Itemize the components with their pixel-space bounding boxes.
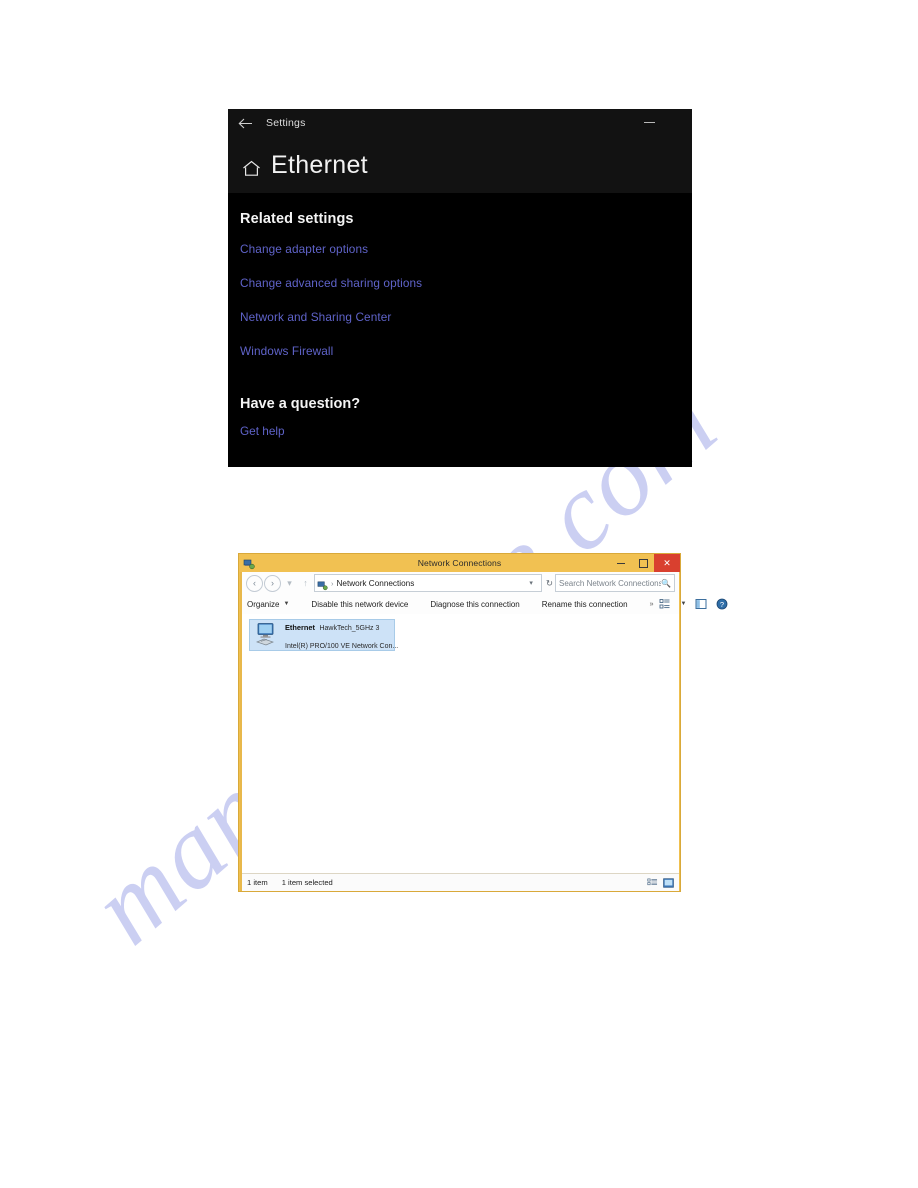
svg-text:?: ? bbox=[720, 600, 724, 609]
link-change-advanced-sharing-options[interactable]: Change advanced sharing options bbox=[240, 276, 692, 290]
help-icon[interactable]: ? bbox=[716, 598, 728, 610]
status-item-count: 1 item bbox=[247, 878, 268, 887]
settings-app-title: Settings bbox=[266, 117, 306, 129]
list-item[interactable]: Ethernet HawkTech_5GHz 3 Intel(R) PRO/10… bbox=[249, 619, 399, 651]
minimize-button[interactable] bbox=[634, 111, 664, 133]
up-one-level-button[interactable]: ↑ bbox=[298, 576, 313, 591]
forward-button[interactable]: › bbox=[264, 574, 281, 592]
toolbar-organize-button[interactable]: Organize ▼ bbox=[247, 600, 289, 609]
settings-header: Settings Ethernet bbox=[228, 109, 692, 193]
settings-body: Related settings Change adapter options … bbox=[228, 193, 692, 467]
settings-window: Settings Ethernet Related settings Chang… bbox=[228, 109, 692, 467]
toolbar-overflow-button[interactable]: » bbox=[650, 601, 654, 608]
status-view-buttons bbox=[647, 877, 674, 888]
link-network-and-sharing-center[interactable]: Network and Sharing Center bbox=[240, 310, 692, 324]
link-get-help[interactable]: Get help bbox=[240, 424, 692, 438]
connection-name: Ethernet bbox=[285, 623, 315, 632]
settings-titlebar: Settings bbox=[228, 109, 692, 137]
preview-pane-icon[interactable] bbox=[695, 598, 707, 610]
toolbar-rename-connection-button[interactable]: Rename this connection bbox=[542, 600, 628, 609]
explorer-minimize-button[interactable] bbox=[610, 554, 632, 572]
link-change-adapter-options[interactable]: Change adapter options bbox=[240, 242, 692, 256]
connections-list: Ethernet HawkTech_5GHz 3 Intel(R) PRO/10… bbox=[242, 614, 679, 874]
toolbar-organize-label: Organize bbox=[247, 599, 280, 609]
address-separator: › bbox=[331, 578, 334, 588]
network-connections-window: Network Connections ✕ ‹ › ▾ ↑ › Network … bbox=[238, 553, 728, 892]
explorer-window-controls: ✕ bbox=[610, 554, 680, 572]
connection-adapter: Intel(R) PRO/100 VE Network Con... bbox=[285, 643, 399, 650]
link-windows-firewall[interactable]: Windows Firewall bbox=[240, 344, 692, 358]
connection-network: HawkTech_5GHz 3 bbox=[319, 625, 380, 632]
toolbar-right-icons: ▼ ? bbox=[659, 598, 731, 610]
explorer-body: ‹ › ▾ ↑ › Network Connections ▾ ↻ Search… bbox=[240, 572, 728, 891]
back-arrow-icon[interactable] bbox=[228, 110, 262, 136]
address-dropdown-icon[interactable]: ▾ bbox=[529, 579, 533, 587]
explorer-titlebar: Network Connections ✕ bbox=[239, 554, 680, 572]
toolbar-disable-device-button[interactable]: Disable this network device bbox=[311, 600, 408, 609]
refresh-icon[interactable]: ↻ bbox=[546, 578, 553, 589]
explorer-toolbar: Organize ▼ Disable this network device D… bbox=[242, 594, 728, 615]
change-view-icon[interactable] bbox=[659, 598, 671, 610]
explorer-address-row: ‹ › ▾ ↑ › Network Connections ▾ ↻ Search… bbox=[242, 572, 679, 594]
explorer-close-button[interactable]: ✕ bbox=[654, 554, 680, 572]
large-icons-view-icon[interactable] bbox=[663, 877, 674, 888]
back-button[interactable]: ‹ bbox=[246, 574, 263, 592]
explorer-maximize-button[interactable] bbox=[632, 554, 654, 572]
explorer-status-bar: 1 item 1 item selected bbox=[242, 873, 679, 891]
settings-page-header: Ethernet bbox=[228, 151, 692, 180]
address-bar[interactable]: › Network Connections ▾ bbox=[314, 574, 542, 592]
details-view-icon[interactable] bbox=[647, 878, 658, 888]
address-path-text: Network Connections bbox=[336, 578, 415, 588]
toolbar-diagnose-connection-button[interactable]: Diagnose this connection bbox=[430, 600, 519, 609]
related-settings-heading: Related settings bbox=[240, 211, 354, 227]
search-icon: 🔍 bbox=[661, 578, 671, 588]
have-a-question-heading: Have a question? bbox=[240, 396, 361, 412]
network-adapter-icon bbox=[253, 622, 281, 648]
view-dropdown-icon[interactable]: ▼ bbox=[680, 601, 686, 607]
recent-locations-icon[interactable]: ▾ bbox=[282, 576, 297, 591]
home-icon[interactable] bbox=[240, 155, 262, 177]
chevron-down-icon: ▼ bbox=[283, 601, 290, 607]
page-title: Ethernet bbox=[271, 151, 368, 179]
search-placeholder: Search Network Connections bbox=[559, 578, 662, 588]
status-selection: 1 item selected bbox=[281, 878, 333, 887]
search-box[interactable]: Search Network Connections 🔍 bbox=[555, 574, 675, 592]
address-bar-icon bbox=[317, 578, 328, 590]
